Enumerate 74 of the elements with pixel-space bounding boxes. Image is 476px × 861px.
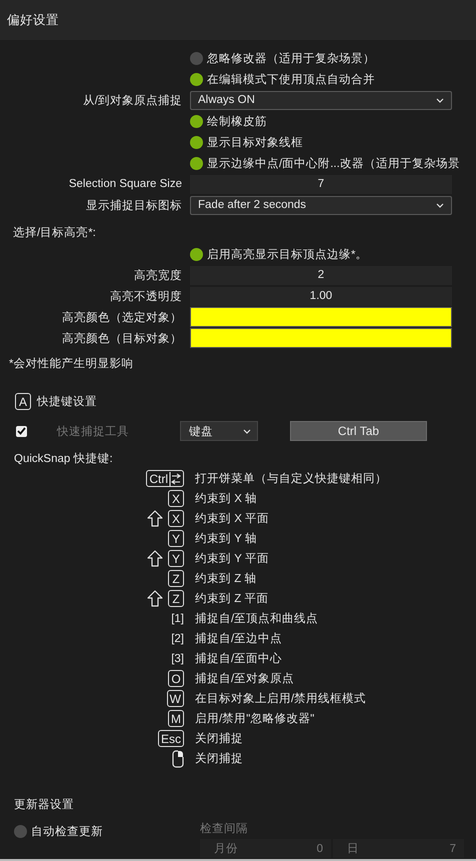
toggle-switch[interactable]	[14, 824, 27, 838]
shortcut-description: 启用/禁用"忽略修改器"	[195, 712, 316, 727]
toggle-label: 在编辑模式下使用顶点自动合并	[207, 72, 375, 86]
toggle-label: 显示边缘中点/面中心附...改器（适用于复杂场景	[207, 156, 460, 170]
toggle-switch[interactable]	[190, 72, 203, 86]
panel-title: 偏好设置	[7, 12, 59, 28]
shortcut-description: 捕捉自/至面中心	[195, 651, 284, 667]
shortcut-description: 捕捉自/至边中点	[195, 632, 284, 647]
key-label: [3]	[171, 652, 184, 664]
shortcut-description: 约束到 Y 平面	[195, 552, 270, 567]
shortcut-description: 约束到 X 轴	[195, 492, 258, 507]
mouse-icon	[172, 750, 184, 768]
key-cap: Z	[168, 570, 184, 587]
key-cap: O	[168, 670, 184, 687]
color-swatch[interactable]	[190, 328, 452, 348]
shift-key-icon	[147, 550, 163, 567]
field-label: 高亮不透明度	[109, 289, 182, 304]
toggle-label: 启用高亮显示目标顶点边缘*。	[207, 247, 368, 262]
shift-key-icon	[147, 510, 163, 527]
section-heading: 选择/目标高亮*:	[12, 225, 97, 241]
shortcut-description: 关闭捕捉	[195, 732, 244, 747]
caret-icon	[243, 428, 251, 434]
shortcut-description: 约束到 Y 轴	[195, 532, 258, 547]
dropdown[interactable]: Fade after 2 seconds	[190, 196, 452, 214]
key-cap: W	[166, 690, 184, 707]
number-field[interactable]: 1.00	[190, 286, 452, 306]
key-cap: Ctrl	[146, 470, 184, 487]
toggle-switch[interactable]	[190, 136, 203, 148]
key-cap: Esc	[158, 730, 184, 747]
field-label: 高亮宽度	[133, 268, 182, 284]
key-cap: X	[168, 490, 184, 507]
toggle-label: 显示目标对象线框	[207, 136, 303, 150]
section-heading: 快捷键设置	[37, 394, 97, 409]
key-cap: X	[168, 510, 184, 527]
section-heading: 更新器设置	[14, 797, 75, 812]
section-heading: QuickSnap 快捷键:	[14, 452, 114, 466]
shortcut-description: 捕捉自/至顶点和曲线点	[195, 612, 320, 627]
shortcut-description: 约束到 Z 平面	[195, 592, 270, 607]
shortcut-description: 约束到 Z 轴	[195, 572, 258, 587]
toggle-switch[interactable]	[190, 248, 203, 260]
number-field[interactable]: 7	[190, 174, 452, 194]
toggle-label: 自动检查更新	[31, 824, 103, 838]
shortcut-description: 打开饼菜单（与自定义快捷键相同）	[195, 471, 388, 487]
toggle-switch[interactable]	[190, 114, 203, 128]
shortcut-description: 在目标对象上启用/禁用线框模式	[195, 692, 368, 707]
key-cap: Y	[168, 530, 184, 547]
tab-key-icon	[169, 472, 181, 486]
field-label: Selection Square Size	[68, 177, 182, 192]
key-label: [1]	[171, 612, 184, 624]
dropdown[interactable]: Always ON	[190, 90, 452, 110]
interval-label: 检查间隔	[200, 822, 249, 836]
note-text: *会对性能产生明显影响	[8, 356, 134, 371]
color-swatch[interactable]	[190, 307, 452, 327]
field-label: 从/到对象原点捕捉	[82, 94, 182, 108]
tool-label: 快速捕捉工具	[57, 424, 130, 438]
field-label: 高亮颜色（目标对象）	[61, 331, 182, 346]
toggle-label: 绘制橡皮筋	[207, 114, 267, 128]
shortcut-description: 捕捉自/至对象原点	[195, 672, 296, 687]
field-label: 显示捕捉目标图标	[85, 198, 182, 214]
toggle-switch[interactable]	[190, 156, 203, 170]
shortcut-description: 关闭捕捉	[195, 752, 244, 767]
key-cap: M	[168, 710, 184, 727]
key-cap: A	[15, 393, 31, 410]
toggle-label: 忽略修改器（适用于复杂场景）	[207, 52, 375, 66]
number-field[interactable]: 2	[190, 266, 452, 284]
shift-key-icon	[147, 590, 163, 607]
key-cap: Y	[168, 550, 184, 567]
key-cap: Z	[168, 590, 184, 607]
caret-icon	[436, 202, 444, 208]
caret-icon	[436, 98, 444, 102]
field-label: 高亮颜色（选定对象）	[61, 310, 182, 326]
toggle-switch[interactable]	[190, 52, 203, 64]
shortcut-description: 约束到 X 平面	[195, 512, 270, 527]
key-label: [2]	[171, 632, 184, 644]
